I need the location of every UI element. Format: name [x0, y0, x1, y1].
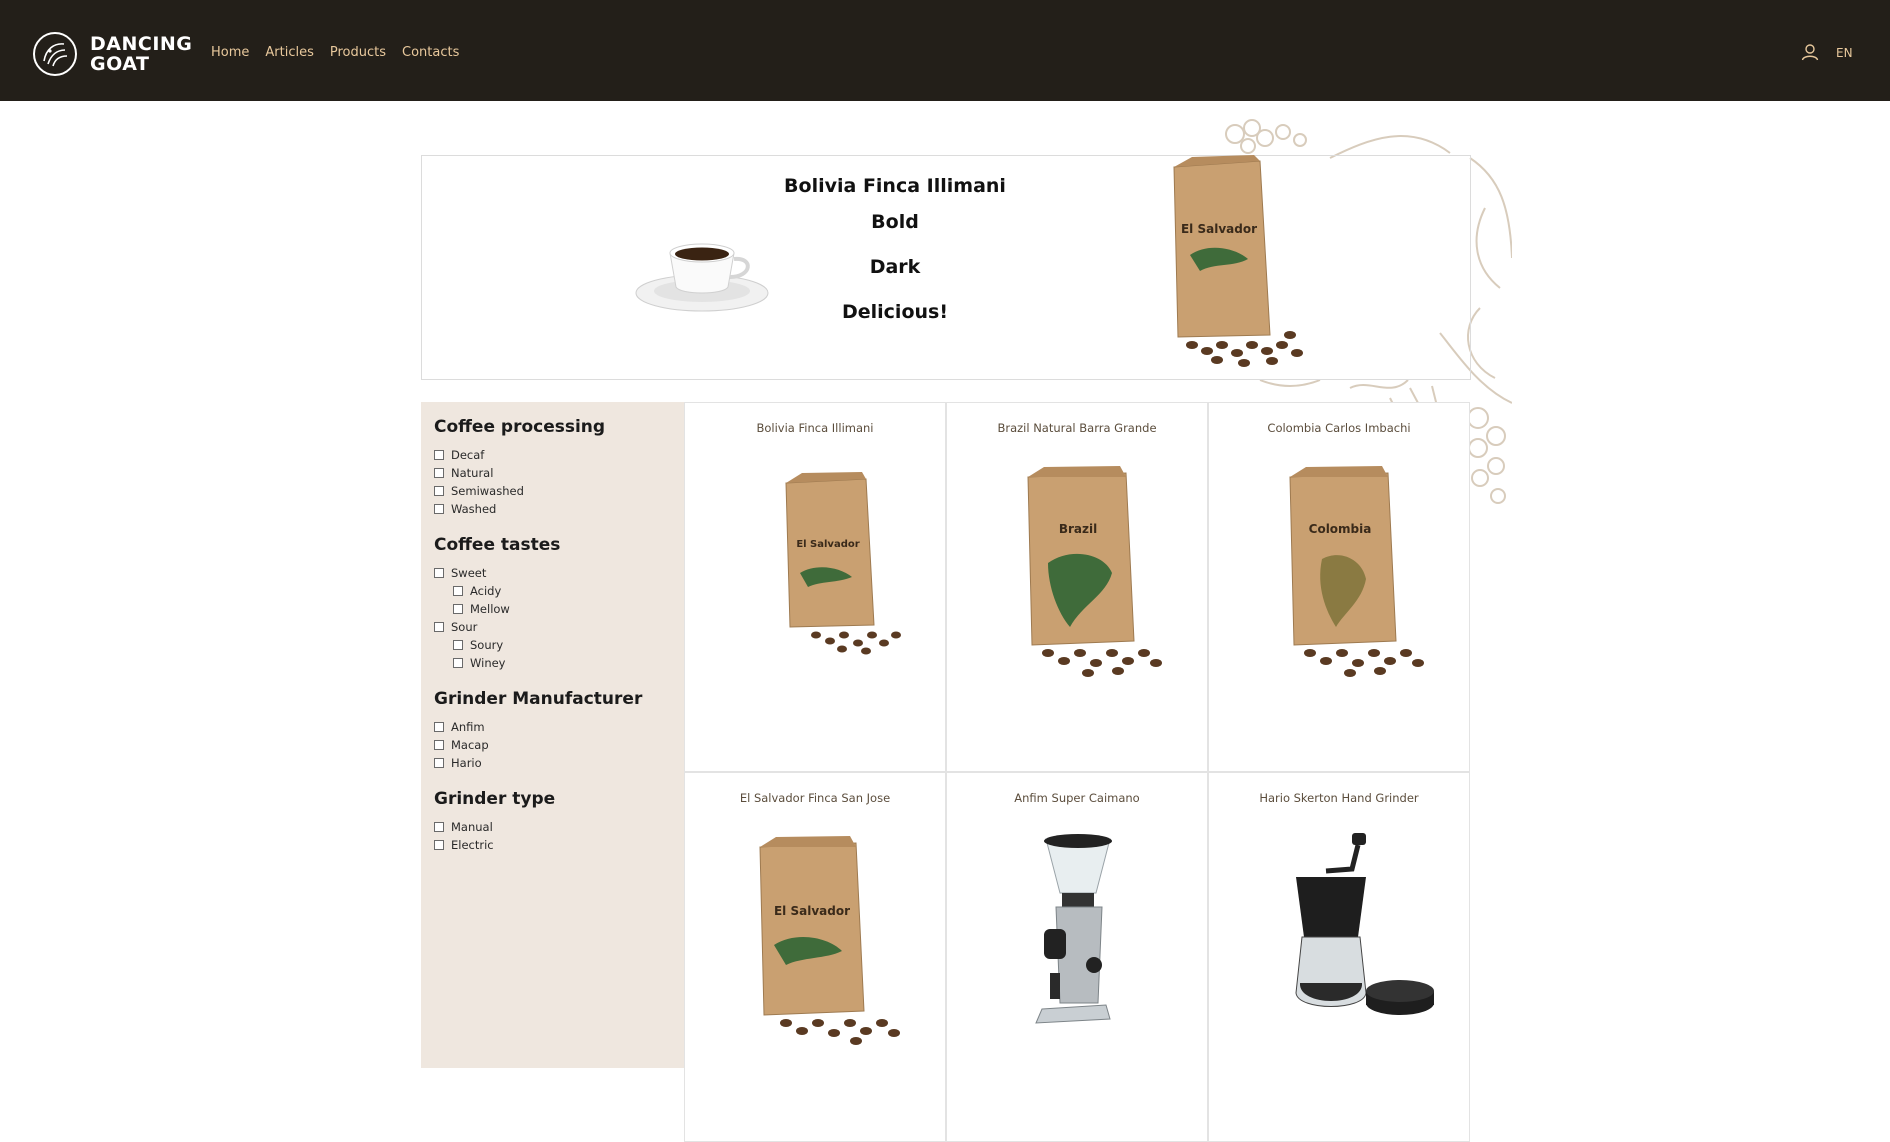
product-name[interactable]: Bolivia Finca Illimani — [685, 421, 945, 435]
brand-line-2: GOAT — [90, 53, 150, 75]
filter-option-washed[interactable]: Washed — [434, 500, 605, 518]
hero-line-bold: Bold — [871, 211, 919, 233]
bag-label: Colombia — [1309, 522, 1372, 536]
hero-line-delicious: Delicious! — [841, 301, 948, 323]
filter-group-grinder-type: Grinder type Manual Electric — [434, 788, 555, 854]
nav-contacts[interactable]: Contacts — [402, 45, 459, 60]
product-name[interactable]: Brazil Natural Barra Grande — [947, 421, 1207, 435]
hero-line-dark: Dark — [869, 256, 921, 278]
main-nav: Home Articles Products Contacts — [211, 45, 459, 60]
coffee-bag-image[interactable]: Brazil — [978, 463, 1178, 683]
filter-option-manual[interactable]: Manual — [434, 818, 555, 836]
goat-logo-icon[interactable] — [32, 31, 78, 77]
filter-option-hario[interactable]: Hario — [434, 754, 642, 772]
filter-option-semiwashed[interactable]: Semiwashed — [434, 482, 605, 500]
product-name[interactable]: Hario Skerton Hand Grinder — [1209, 791, 1469, 805]
checkbox[interactable] — [434, 822, 444, 832]
hero-text: Bolivia Finca Illimani Bold Dark Delicio… — [760, 172, 1030, 335]
checkbox[interactable] — [434, 622, 444, 632]
filter-title: Grinder Manufacturer — [434, 689, 643, 709]
hand-grinder-image[interactable] — [1240, 833, 1440, 1053]
checkbox[interactable] — [453, 586, 463, 596]
product-tile[interactable]: Colombia Carlos Imbachi Colombia — [1208, 402, 1470, 772]
bag-label: Brazil — [1059, 522, 1097, 536]
coffee-bag-image[interactable]: El Salvador — [716, 833, 916, 1053]
product-grid: Bolivia Finca Illimani El Salvador Brazi… — [684, 402, 1470, 1142]
filter-title: Coffee tastes — [434, 535, 561, 555]
checkbox[interactable] — [434, 450, 444, 460]
filter-option-decaf[interactable]: Decaf — [434, 446, 605, 464]
coffee-bag-image[interactable]: Colombia — [1240, 463, 1440, 683]
hero-title: Bolivia Finca Illimani — [784, 175, 1006, 197]
filter-sidebar: Coffee processing Decaf Natural Semiwash… — [421, 402, 684, 1068]
checkbox[interactable] — [434, 758, 444, 768]
product-tile[interactable]: Hario Skerton Hand Grinder — [1208, 772, 1470, 1142]
checkbox[interactable] — [434, 740, 444, 750]
site-header: DANCING GOAT Home Articles Products Cont… — [0, 0, 1890, 101]
product-tile[interactable]: Anfim Super Caimano — [946, 772, 1208, 1142]
user-icon[interactable] — [1801, 43, 1819, 61]
filter-option-acidy[interactable]: Acidy — [434, 582, 560, 600]
espresso-grinder-image[interactable] — [978, 833, 1178, 1053]
checkbox[interactable] — [434, 486, 444, 496]
checkbox[interactable] — [434, 568, 444, 578]
filter-title: Grinder type — [434, 789, 556, 809]
brand-wordmark[interactable]: DANCING GOAT — [90, 34, 192, 74]
product-name[interactable]: Anfim Super Caimano — [947, 791, 1207, 805]
product-tile[interactable]: Bolivia Finca Illimani El Salvador — [684, 402, 946, 772]
filter-option-sour[interactable]: Sour — [434, 618, 560, 636]
bag-label: El Salvador — [774, 904, 850, 918]
brand-line-1: DANCING — [90, 33, 193, 55]
coffee-bag-image[interactable]: El Salvador — [716, 463, 916, 683]
filter-group-grinder-manufacturer: Grinder Manufacturer Anfim Macap Hario — [434, 688, 642, 772]
product-name[interactable]: Colombia Carlos Imbachi — [1209, 421, 1469, 435]
checkbox[interactable] — [434, 468, 444, 478]
bag-label: El Salvador — [796, 539, 859, 550]
filter-group-coffee-tastes: Coffee tastes Sweet Acidy Mellow Sour So… — [434, 534, 560, 672]
checkbox[interactable] — [453, 640, 463, 650]
checkbox[interactable] — [434, 722, 444, 732]
product-tile[interactable]: Brazil Natural Barra Grande Brazil — [946, 402, 1208, 772]
checkbox[interactable] — [434, 504, 444, 514]
coffee-bag-image: El Salvador — [1173, 155, 1303, 367]
checkbox[interactable] — [453, 604, 463, 614]
nav-products[interactable]: Products — [330, 45, 386, 60]
filter-option-sweet[interactable]: Sweet — [434, 564, 560, 582]
checkbox[interactable] — [434, 840, 444, 850]
checkbox[interactable] — [453, 658, 463, 668]
nav-home[interactable]: Home — [211, 45, 249, 60]
filter-option-macap[interactable]: Macap — [434, 736, 642, 754]
filter-option-soury[interactable]: Soury — [434, 636, 560, 654]
product-tile[interactable]: El Salvador Finca San Jose El Salvador — [684, 772, 946, 1142]
language-switcher[interactable]: EN — [1836, 46, 1853, 60]
nav-articles[interactable]: Articles — [265, 45, 313, 60]
filter-title: Coffee processing — [434, 417, 606, 437]
hero-bag-label: El Salvador — [1181, 222, 1257, 236]
filter-option-electric[interactable]: Electric — [434, 836, 555, 854]
filter-option-anfim[interactable]: Anfim — [434, 718, 642, 736]
filter-option-natural[interactable]: Natural — [434, 464, 605, 482]
product-name[interactable]: El Salvador Finca San Jose — [685, 791, 945, 805]
filter-option-winey[interactable]: Winey — [434, 654, 560, 672]
filter-option-mellow[interactable]: Mellow — [434, 600, 560, 618]
coffee-cup-image — [635, 243, 769, 312]
filter-group-coffee-processing: Coffee processing Decaf Natural Semiwash… — [434, 416, 605, 518]
